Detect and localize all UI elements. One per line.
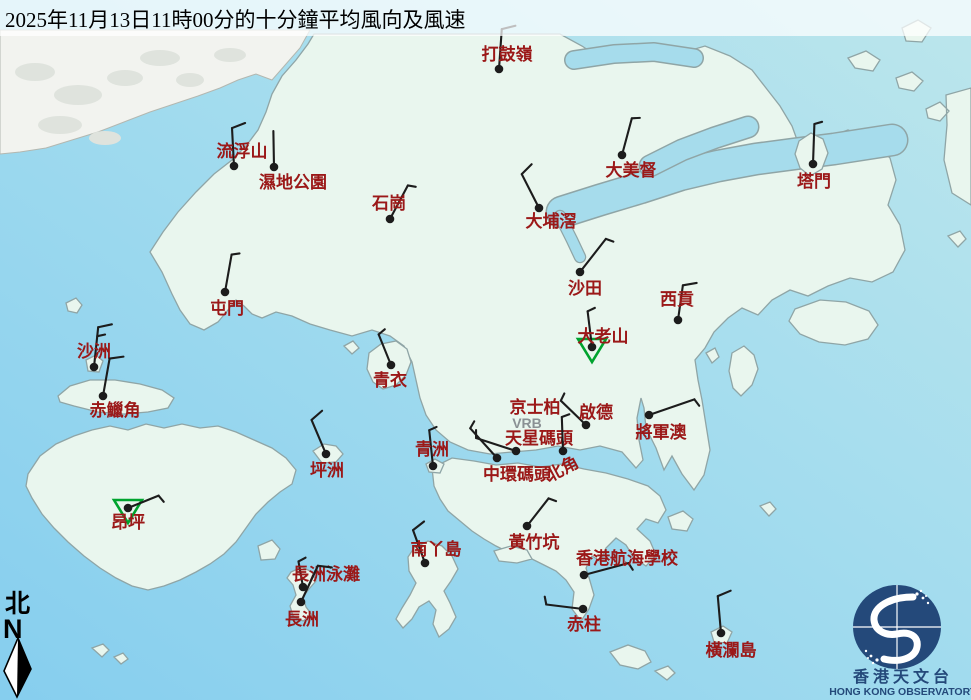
station-label: 濕地公園 [259, 172, 327, 192]
station-dot [559, 447, 568, 456]
station-label: 沙田 [568, 279, 602, 298]
station-label: 中環碼頭 [483, 464, 552, 484]
wind-barb [408, 185, 416, 186]
station-label: 昂坪 [111, 513, 145, 532]
station-label: 南丫島 [411, 539, 462, 559]
starling-inlet-water [574, 52, 694, 60]
station-dot [230, 162, 239, 171]
vrb-label: VRB [512, 415, 542, 431]
station-dot [645, 411, 654, 420]
station-label: 將軍澳 [636, 422, 688, 442]
map-title: 2025年11月13日11時00分的十分鐘平均風向及風速 [5, 8, 465, 32]
station-label: 大埔滘 [526, 211, 577, 231]
station-label: 京士柏 [510, 397, 561, 417]
station-label: 坪洲 [310, 461, 344, 480]
station-label: 大老山 [578, 326, 629, 346]
station-dot [493, 454, 502, 463]
station-dot [579, 605, 588, 614]
station-dot [124, 504, 133, 513]
station-label: 石崗 [371, 194, 406, 213]
wind-barb [545, 597, 547, 605]
wind-barb [813, 124, 814, 164]
station-dot [618, 151, 627, 160]
station-label: 赤鱲角 [90, 400, 141, 420]
station-label: 西貢 [660, 290, 694, 309]
station-dot [674, 316, 683, 325]
station-label: 青衣 [373, 370, 407, 390]
station-label: 塔門 [797, 171, 831, 191]
wind-barb [562, 417, 563, 451]
station-dot [717, 629, 726, 638]
station-dot [270, 163, 279, 172]
hko-wind-map-page: 打鼓嶺流浮山濕地公園石崗 大美督塔門大埔滘沙田西貢大老山 屯門沙洲赤鱲角 青衣坪洲昂坪… [0, 0, 971, 700]
station-dot [580, 571, 589, 580]
station-label: 橫瀾島 [706, 640, 757, 660]
station-label: 赤柱 [567, 614, 601, 634]
station-dot [90, 363, 99, 372]
title-bar: 2025年11月13日11時00分的十分鐘平均風向及風速 [0, 0, 971, 36]
wind-barb [232, 253, 240, 254]
station-dot [387, 361, 396, 370]
station-label: 大美督 [606, 160, 657, 180]
station-dot [421, 559, 430, 568]
station-dot [386, 215, 395, 224]
station-label: 流浮山 [217, 141, 268, 161]
station-dot [429, 462, 438, 471]
station-label: 啟德 [579, 402, 613, 422]
hko-name-chinese: 香港天文台 [852, 667, 953, 686]
station-label: 香港航海學校 [576, 548, 679, 568]
station-dot [99, 392, 108, 401]
station-dot [322, 450, 331, 459]
station-label: 屯門 [210, 298, 244, 318]
station-dot [576, 268, 585, 277]
station-label: 沙洲 [77, 342, 111, 361]
wind-barb [273, 131, 274, 167]
station-label: 黃竹坑 [508, 532, 560, 552]
compass-north-letter: N [3, 614, 23, 644]
hk-wind-map: 打鼓嶺流浮山濕地公園石崗 大美督塔門大埔滘沙田西貢大老山 屯門沙洲赤鱲角 青衣坪洲昂坪… [0, 0, 971, 700]
station-dot [535, 204, 544, 213]
station-label: 打鼓嶺 [482, 44, 533, 64]
station-dot [809, 160, 818, 169]
station-dot [221, 288, 230, 297]
station-dot [297, 598, 306, 607]
station-label: 長洲 [285, 610, 319, 629]
hko-name-english: HONG KONG OBSERVATORY [829, 686, 971, 698]
station-label: 青洲 [415, 439, 449, 459]
station-dot [523, 522, 532, 531]
station-dot [495, 65, 504, 74]
